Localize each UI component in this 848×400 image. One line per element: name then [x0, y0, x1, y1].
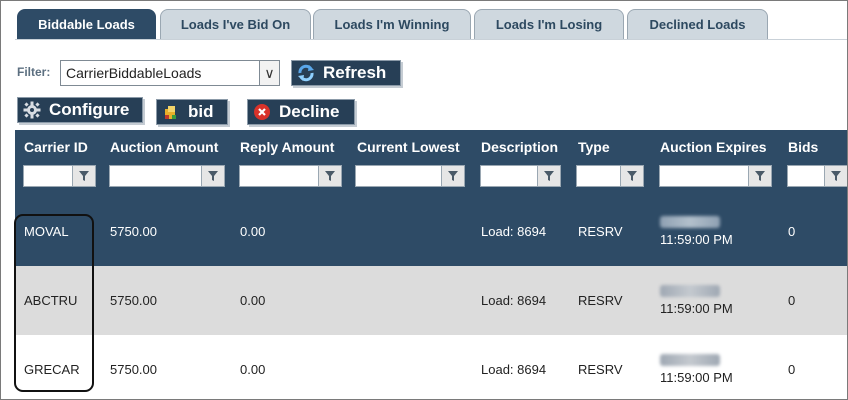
filter-input-carrier-id[interactable] — [23, 165, 73, 187]
tab-loads-winning[interactable]: Loads I'm Winning — [313, 9, 471, 39]
tab-declined-loads[interactable]: Declined Loads — [627, 9, 768, 39]
bid-label: bid — [188, 102, 214, 121]
cell-auction-expires: 11:59:00 PM — [660, 335, 733, 399]
bid-button[interactable]: bid — [156, 99, 228, 125]
decline-button[interactable]: Decline — [247, 99, 355, 125]
cell-type: RESRV — [578, 362, 623, 377]
refresh-icon — [296, 63, 316, 83]
bid-icon — [161, 102, 181, 122]
configure-button[interactable]: Configure — [17, 97, 143, 123]
cell-bids: 0 — [788, 224, 796, 239]
cell-type: RESRV — [578, 293, 623, 308]
cell-auction-expires: 11:59:00 PM — [660, 266, 733, 335]
cell-auction-amount: 5750.00 — [110, 362, 157, 377]
filter-input-bids[interactable] — [787, 165, 825, 187]
cell-reply-amount: 0.00 — [240, 224, 266, 239]
cell-bids: 0 — [788, 362, 796, 377]
funnel-icon[interactable] — [824, 165, 847, 187]
funnel-icon[interactable] — [441, 165, 465, 187]
decline-icon — [252, 102, 272, 122]
table-row[interactable]: MOVAL 5750.00 0.00 Load: 8694 RESRV 11:5… — [15, 197, 847, 266]
filter-input-current-lowest[interactable] — [355, 165, 442, 187]
cell-bids: 0 — [788, 293, 796, 308]
cell-carrier-id: MOVAL — [24, 224, 69, 239]
funnel-icon[interactable] — [72, 165, 96, 187]
col-header-auction-amount[interactable]: Auction Amount — [110, 139, 218, 155]
refresh-label: Refresh — [323, 63, 387, 82]
tab-loads-bid-on[interactable]: Loads I've Bid On — [160, 9, 311, 39]
cell-description: Load: 8694 — [481, 293, 547, 308]
cell-reply-amount: 0.00 — [240, 293, 266, 308]
cell-description: Load: 8694 — [481, 362, 547, 377]
funnel-icon[interactable] — [537, 165, 561, 187]
filter-input-reply-amount[interactable] — [239, 165, 319, 187]
refresh-button[interactable]: Refresh — [291, 60, 401, 86]
col-header-carrier-id[interactable]: Carrier ID — [24, 139, 88, 155]
tab-biddable-loads[interactable]: Biddable Loads — [17, 9, 156, 39]
cell-carrier-id: ABCTRU — [24, 293, 78, 308]
col-header-type[interactable]: Type — [578, 139, 610, 155]
cell-auction-expires: 11:59:00 PM — [660, 197, 733, 266]
filter-input-type[interactable] — [576, 165, 621, 187]
col-header-description[interactable]: Description — [481, 139, 558, 155]
cell-carrier-id: GRECAR — [24, 362, 80, 377]
cell-auction-amount: 5750.00 — [110, 224, 157, 239]
chevron-down-icon[interactable]: ∨ — [259, 61, 279, 85]
redacted-date — [660, 354, 720, 366]
filter-input-auction-amount[interactable] — [109, 165, 202, 187]
filter-select-value: CarrierBiddableLoads — [66, 65, 202, 81]
grid-header: Carrier ID Auction Amount Reply Amount C… — [15, 130, 847, 197]
cell-auction-amount: 5750.00 — [110, 293, 157, 308]
tab-underline — [15, 39, 847, 40]
filter-input-description[interactable] — [480, 165, 538, 187]
expires-time: 11:59:00 PM — [660, 232, 733, 247]
cell-reply-amount: 0.00 — [240, 362, 266, 377]
redacted-date — [660, 216, 720, 228]
col-header-reply-amount[interactable]: Reply Amount — [240, 139, 334, 155]
expires-time: 11:59:00 PM — [660, 301, 733, 316]
cell-description: Load: 8694 — [481, 224, 547, 239]
table-row[interactable]: GRECAR 5750.00 0.00 Load: 8694 RESRV 11:… — [15, 335, 847, 399]
filter-input-auction-expires[interactable] — [659, 165, 749, 187]
funnel-icon[interactable] — [748, 165, 772, 187]
col-header-bids[interactable]: Bids — [788, 139, 818, 155]
table-row[interactable]: ABCTRU 5750.00 0.00 Load: 8694 RESRV 11:… — [15, 266, 847, 335]
redacted-date — [660, 285, 720, 297]
expires-time: 11:59:00 PM — [660, 370, 733, 385]
cell-type: RESRV — [578, 224, 623, 239]
col-header-auction-expires[interactable]: Auction Expires — [660, 139, 767, 155]
gear-icon — [22, 100, 42, 120]
col-header-current-lowest[interactable]: Current Lowest — [357, 139, 460, 155]
funnel-icon[interactable] — [318, 165, 342, 187]
funnel-icon[interactable] — [201, 165, 225, 187]
filter-select[interactable]: CarrierBiddableLoads ∨ — [60, 60, 280, 86]
funnel-icon[interactable] — [620, 165, 644, 187]
configure-label: Configure — [49, 100, 130, 119]
tab-loads-losing[interactable]: Loads I'm Losing — [474, 9, 624, 39]
decline-label: Decline — [279, 102, 340, 121]
app-frame: Biddable Loads Loads I've Bid On Loads I… — [0, 0, 848, 400]
filter-label: Filter: — [17, 65, 51, 79]
